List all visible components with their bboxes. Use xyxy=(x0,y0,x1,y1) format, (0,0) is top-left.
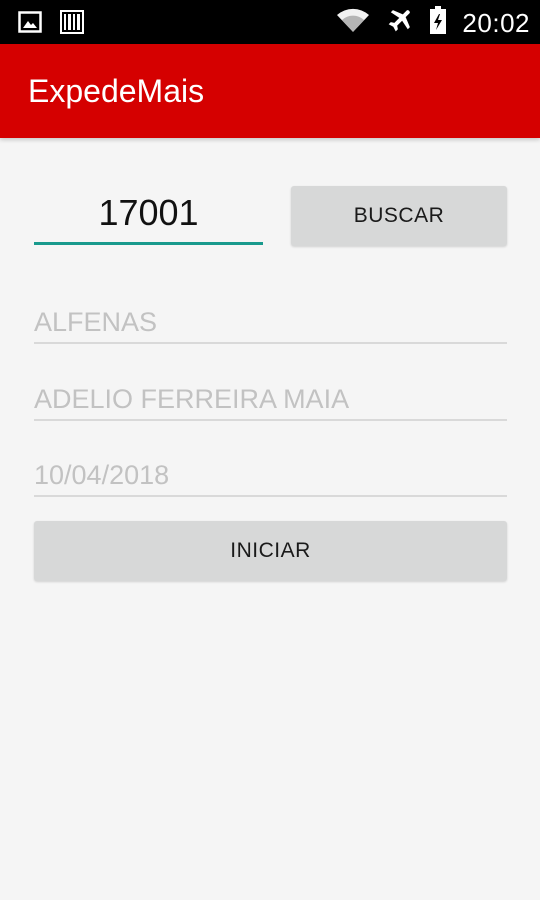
app-bar: ExpedeMais xyxy=(0,44,540,138)
city-field[interactable] xyxy=(34,302,507,344)
search-button-label: BUSCAR xyxy=(353,204,445,227)
wifi-icon xyxy=(336,7,370,38)
date-field[interactable] xyxy=(34,455,507,497)
status-bar-right: 20:02 xyxy=(336,6,530,39)
status-bar: 20:02 xyxy=(0,0,540,44)
cep-input[interactable] xyxy=(34,184,263,245)
search-button[interactable]: BUSCAR xyxy=(291,186,507,246)
app-title: ExpedeMais xyxy=(28,73,205,109)
name-field[interactable] xyxy=(34,379,507,421)
start-button[interactable]: INICIAR xyxy=(34,521,507,581)
status-time: 20:02 xyxy=(462,7,530,38)
battery-icon xyxy=(430,6,447,39)
image-icon xyxy=(18,11,42,38)
airplane-icon xyxy=(386,6,414,39)
status-bar-left xyxy=(18,10,84,39)
barcode-icon xyxy=(60,10,84,39)
start-button-label: INICIAR xyxy=(230,539,311,562)
